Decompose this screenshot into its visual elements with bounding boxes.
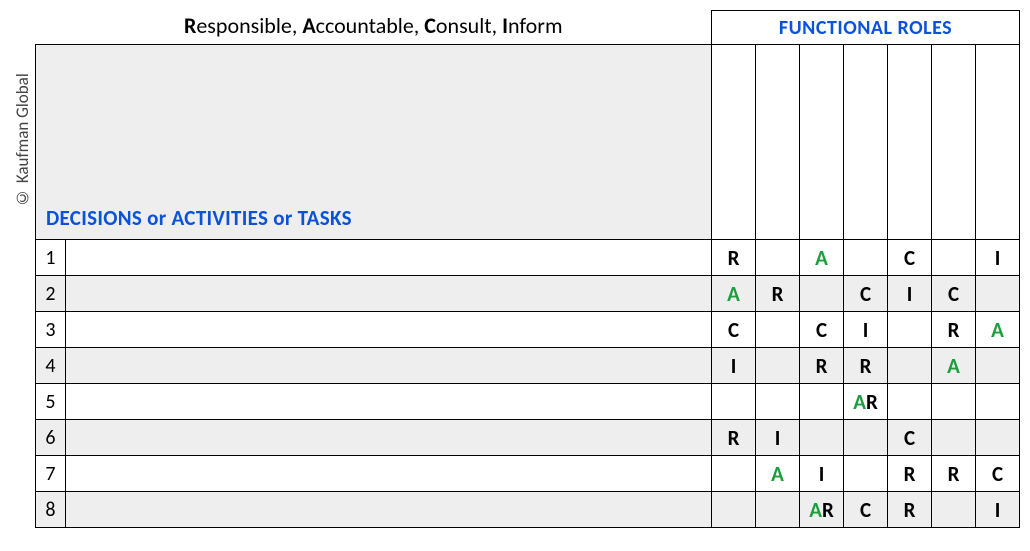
role-cell	[888, 348, 932, 384]
role-cell	[932, 384, 976, 420]
task-cell	[66, 492, 712, 528]
role-cell	[756, 492, 800, 528]
role-cell: I	[888, 276, 932, 312]
role-cell	[976, 348, 1020, 384]
role-cell: I	[800, 456, 844, 492]
role-cell: R	[932, 312, 976, 348]
role-cell: R	[800, 348, 844, 384]
role-cell	[800, 384, 844, 420]
role-cell	[888, 312, 932, 348]
role-column-header	[932, 45, 976, 240]
role-cell: C	[888, 240, 932, 276]
role-cell	[756, 348, 800, 384]
role-cell	[756, 384, 800, 420]
role-cell: C	[844, 492, 888, 528]
task-cell	[66, 384, 712, 420]
role-cell	[932, 240, 976, 276]
role-cell	[844, 240, 888, 276]
role-cell	[756, 312, 800, 348]
role-cell: AR	[844, 384, 888, 420]
role-cell	[800, 276, 844, 312]
role-cell: C	[800, 312, 844, 348]
role-cell: R	[712, 420, 756, 456]
role-cell	[932, 420, 976, 456]
row-number: 7	[36, 456, 66, 492]
raci-matrix-table: Responsible, Accountable, Consult, Infor…	[35, 10, 1020, 528]
role-cell	[844, 420, 888, 456]
role-column-header	[888, 45, 932, 240]
role-cell: C	[932, 276, 976, 312]
role-cell	[976, 276, 1020, 312]
task-cell	[66, 348, 712, 384]
role-cell: C	[976, 456, 1020, 492]
role-cell: A	[712, 276, 756, 312]
raci-title: Responsible, Accountable, Consult, Infor…	[36, 11, 712, 45]
role-cell	[800, 420, 844, 456]
copyright-label: © Kaufman Global	[10, 46, 35, 236]
table-row: 4 I RR A	[36, 348, 1020, 384]
role-cell: I	[844, 312, 888, 348]
row-number: 3	[36, 312, 66, 348]
role-cell: R	[756, 276, 800, 312]
role-column-header	[800, 45, 844, 240]
role-cell: R	[932, 456, 976, 492]
role-cell: A	[932, 348, 976, 384]
table-row: 3CCIRA	[36, 312, 1020, 348]
table-row: 5 AR	[36, 384, 1020, 420]
role-cell: I	[756, 420, 800, 456]
role-cell: R	[844, 348, 888, 384]
role-cell	[756, 240, 800, 276]
table-row: 8 ARCR I	[36, 492, 1020, 528]
role-cell: R	[888, 492, 932, 528]
task-cell	[66, 420, 712, 456]
table-row: 2 AR CIC	[36, 276, 1020, 312]
role-cell: C	[844, 276, 888, 312]
table-row: 1 R A C I	[36, 240, 1020, 276]
role-cell: I	[976, 240, 1020, 276]
role-cell	[888, 384, 932, 420]
row-number: 5	[36, 384, 66, 420]
role-cell: C	[712, 312, 756, 348]
row-number: 1	[36, 240, 66, 276]
role-cell	[712, 456, 756, 492]
role-cell: AR	[800, 492, 844, 528]
row-number: 6	[36, 420, 66, 456]
role-cell: A	[756, 456, 800, 492]
role-cell: I	[712, 348, 756, 384]
table-row: 6 RI C	[36, 420, 1020, 456]
decisions-header-cell: DECISIONS or ACTIVITIES or TASKS	[36, 45, 712, 240]
role-column-header	[976, 45, 1020, 240]
decisions-label: DECISIONS or ACTIVITIES or TASKS	[46, 205, 701, 231]
role-cell: C	[888, 420, 932, 456]
role-column-header	[756, 45, 800, 240]
role-cell	[976, 420, 1020, 456]
role-cell	[932, 492, 976, 528]
table-row: 7AIRRC	[36, 456, 1020, 492]
role-column-header	[712, 45, 756, 240]
role-column-header	[844, 45, 888, 240]
role-cell: A	[800, 240, 844, 276]
task-cell	[66, 312, 712, 348]
role-cell: A	[976, 312, 1020, 348]
role-cell	[844, 456, 888, 492]
task-cell	[66, 240, 712, 276]
role-cell	[712, 384, 756, 420]
row-number: 4	[36, 348, 66, 384]
functional-roles-header: FUNCTIONAL ROLES	[712, 11, 1020, 45]
role-cell: R	[888, 456, 932, 492]
row-number: 2	[36, 276, 66, 312]
role-cell	[712, 492, 756, 528]
role-cell: R	[712, 240, 756, 276]
task-cell	[66, 456, 712, 492]
role-cell: I	[976, 492, 1020, 528]
row-number: 8	[36, 492, 66, 528]
task-cell	[66, 276, 712, 312]
role-cell	[976, 384, 1020, 420]
